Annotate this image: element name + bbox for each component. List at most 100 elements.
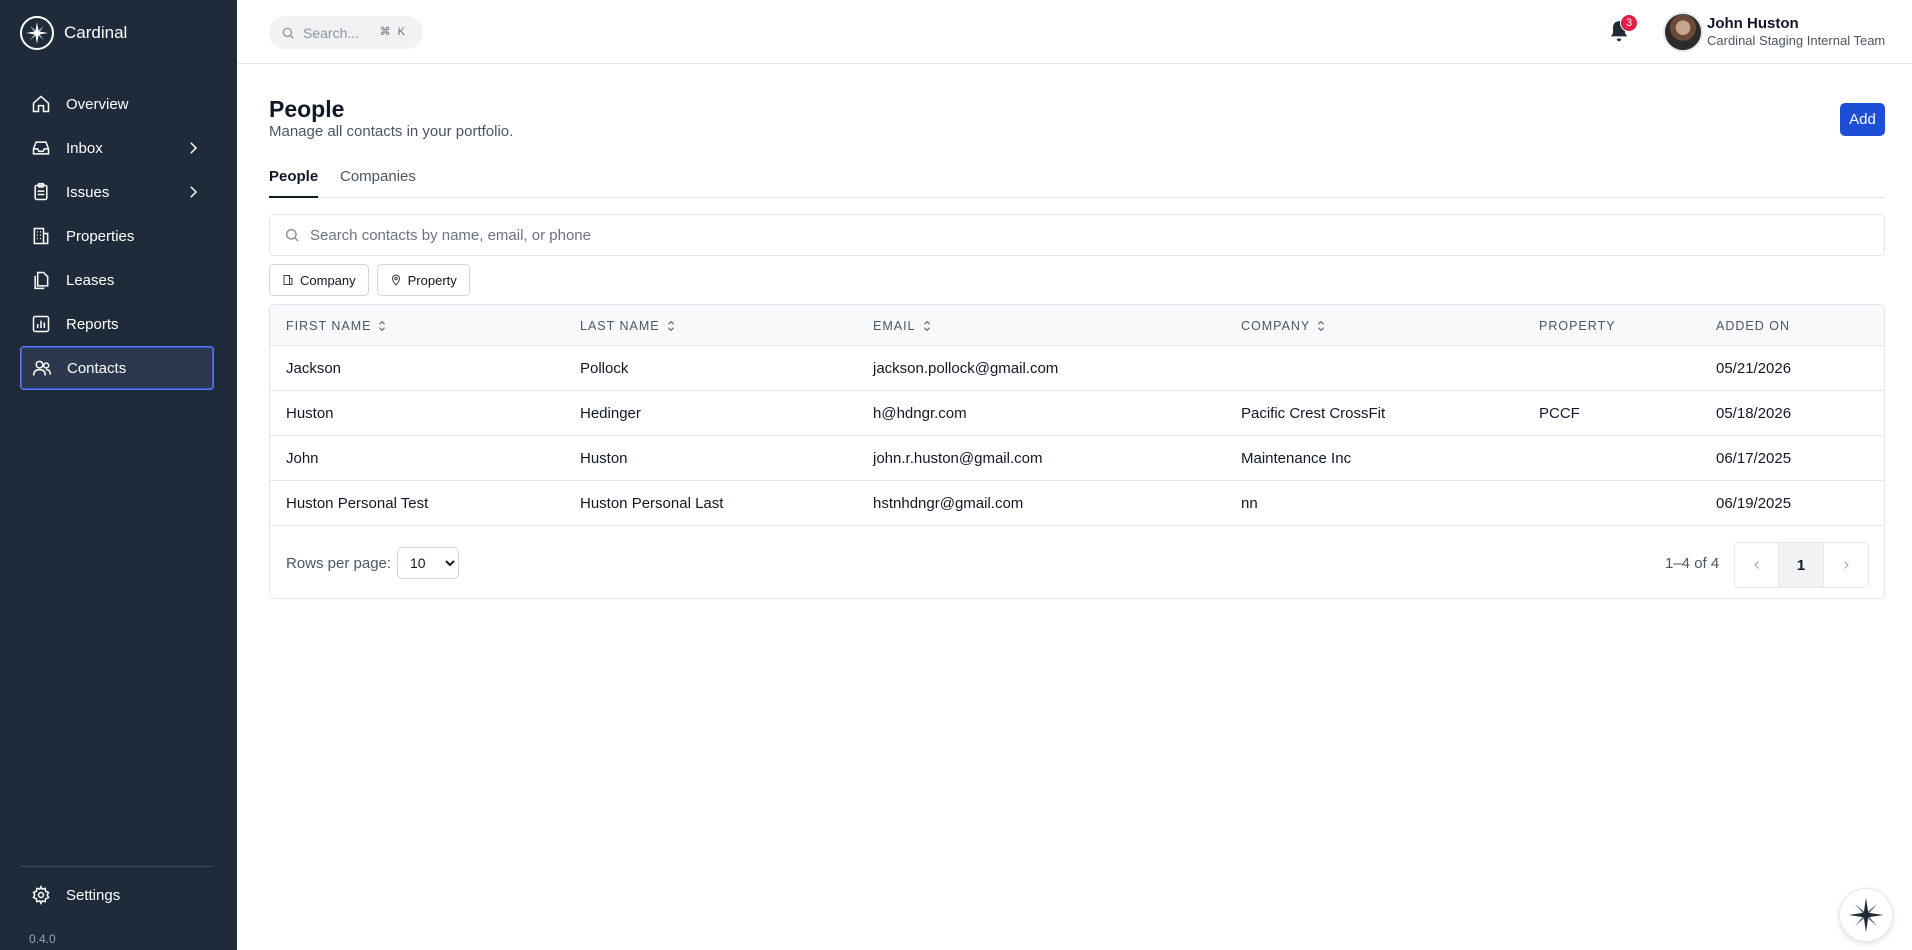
sidebar-item-label: Inbox	[66, 139, 103, 157]
column-label: LAST NAME	[580, 319, 660, 333]
notification-badge: 3	[1620, 14, 1638, 32]
clipboard-icon	[30, 181, 52, 203]
sidebar-item-leases[interactable]: Leases	[20, 258, 214, 302]
global-search-placeholder: Search...	[303, 24, 360, 41]
sidebar-item-label: Settings	[66, 886, 121, 904]
cell-added-on: 05/21/2026	[1716, 360, 1792, 377]
property-filter-button[interactable]: Property	[376, 264, 470, 296]
sidebar-settings: Settings	[20, 873, 214, 917]
map-pin-icon	[391, 274, 400, 286]
sidebar-item-label: Leases	[66, 271, 115, 289]
compass-star-icon	[1848, 897, 1884, 933]
assistant-button[interactable]	[1839, 888, 1893, 942]
column-label: ADDED ON	[1716, 319, 1790, 333]
page-title: People	[269, 96, 345, 122]
cell-last-name: Huston	[580, 450, 628, 467]
table-footer: Rows per page: 10 1–4 of 4 1	[270, 526, 1884, 598]
sidebar-item-label: Contacts	[67, 359, 127, 377]
cell-first-name: Jackson	[286, 360, 342, 377]
column-header-added-on: ADDED ON	[1716, 319, 1790, 333]
filter-label: Company	[300, 272, 356, 288]
chevron-right-icon	[1843, 561, 1849, 569]
cell-last-name: Hedinger	[580, 405, 641, 422]
page-subtitle: Manage all contacts in your portfolio.	[269, 123, 514, 140]
tab-people[interactable]: People	[269, 168, 319, 198]
table-header: FIRST NAME LAST NAME EMAIL COMPANY PROPE…	[270, 305, 1884, 346]
table-row[interactable]: Huston Hedinger h@hdngr.com Pacific Cres…	[270, 391, 1884, 436]
brand[interactable]: Cardinal	[20, 16, 127, 50]
filter-bar: Company Property	[269, 264, 470, 296]
add-contact-button[interactable]: Add	[1840, 103, 1885, 136]
building-icon	[30, 225, 52, 247]
chevron-right-icon[interactable]	[184, 139, 202, 157]
page-button-current[interactable]: 1	[1779, 543, 1824, 587]
sidebar-item-label: Reports	[66, 315, 119, 333]
inbox-icon	[30, 137, 52, 159]
sidebar-item-contacts[interactable]: Contacts	[20, 346, 214, 390]
chevron-right-icon[interactable]	[184, 183, 202, 201]
previous-page-button[interactable]	[1735, 543, 1780, 587]
contact-search-input[interactable]	[310, 226, 1810, 244]
sort-icon	[379, 320, 386, 332]
sidebar-item-reports[interactable]: Reports	[20, 302, 214, 346]
compass-logo-icon	[20, 16, 54, 50]
filter-label: Property	[407, 272, 457, 288]
column-header-email[interactable]: EMAIL	[873, 319, 932, 333]
sidebar-item-settings[interactable]: Settings	[20, 873, 214, 917]
pagination-range: 1–4 of 4	[1665, 555, 1720, 572]
sidebar-nav: Overview Inbox Issues Properties Leases …	[20, 82, 214, 390]
cell-first-name: Huston Personal Test	[286, 495, 429, 512]
table-row[interactable]: John Huston john.r.huston@gmail.com Main…	[270, 436, 1884, 481]
user-name[interactable]: John Huston	[1707, 15, 1799, 32]
column-label: COMPANY	[1241, 319, 1311, 333]
cell-email: john.r.huston@gmail.com	[873, 450, 1043, 467]
tab-companies[interactable]: Companies	[340, 168, 416, 198]
next-page-button[interactable]	[1823, 543, 1868, 587]
app-version: 0.4.0	[29, 932, 56, 946]
avatar[interactable]	[1663, 12, 1703, 52]
sort-icon	[923, 320, 930, 332]
sidebar-item-inbox[interactable]: Inbox	[20, 126, 214, 170]
table-row[interactable]: Huston Personal Test Huston Personal Las…	[270, 481, 1884, 526]
top-header: Search... ⌘ K 3 John Huston Cardinal Sta…	[237, 0, 1912, 64]
search-icon	[285, 228, 299, 242]
sidebar-item-properties[interactable]: Properties	[20, 214, 214, 258]
cell-email: h@hdngr.com	[873, 405, 967, 422]
cell-company: nn	[1241, 495, 1258, 512]
tab-bar: People Companies	[269, 164, 1885, 198]
sidebar-item-overview[interactable]: Overview	[20, 82, 214, 126]
rows-per-page-label: Rows per page:	[286, 555, 392, 572]
sidebar-item-label: Properties	[66, 227, 135, 245]
sidebar: Cardinal Overview Inbox Issues Propertie…	[0, 0, 237, 950]
sidebar-item-label: Overview	[66, 95, 129, 113]
sidebar-item-label: Issues	[66, 183, 110, 201]
brand-name: Cardinal	[64, 23, 128, 42]
column-label: FIRST NAME	[286, 319, 372, 333]
cell-email: jackson.pollock@gmail.com	[873, 360, 1059, 377]
pagination: 1	[1734, 542, 1869, 588]
company-filter-button[interactable]: Company	[269, 264, 369, 296]
column-header-first-name[interactable]: FIRST NAME	[286, 319, 387, 333]
column-header-last-name[interactable]: LAST NAME	[580, 319, 676, 333]
users-icon	[31, 357, 53, 379]
building-icon	[283, 275, 293, 285]
sidebar-item-issues[interactable]: Issues	[20, 170, 214, 214]
global-search[interactable]: Search... ⌘ K	[269, 16, 423, 49]
rows-per-page-select[interactable]: 10	[397, 547, 459, 579]
table-row[interactable]: Jackson Pollock jackson.pollock@gmail.co…	[270, 346, 1884, 391]
cell-company: Pacific Crest CrossFit	[1241, 405, 1386, 422]
cell-email: hstnhdngr@gmail.com	[873, 495, 1024, 512]
cell-company: Maintenance Inc	[1241, 450, 1352, 467]
home-icon	[30, 93, 52, 115]
gear-icon	[30, 884, 52, 906]
column-label: PROPERTY	[1539, 319, 1616, 333]
column-header-company[interactable]: COMPANY	[1241, 319, 1326, 333]
contacts-table: FIRST NAME LAST NAME EMAIL COMPANY PROPE…	[269, 304, 1885, 599]
user-team: Cardinal Staging Internal Team	[1707, 33, 1886, 48]
column-label: EMAIL	[873, 319, 916, 333]
sort-icon	[1318, 320, 1325, 332]
chevron-left-icon	[1753, 561, 1759, 569]
cell-added-on: 06/19/2025	[1716, 495, 1792, 512]
cell-added-on: 05/18/2026	[1716, 405, 1792, 422]
chart-icon	[30, 313, 52, 335]
